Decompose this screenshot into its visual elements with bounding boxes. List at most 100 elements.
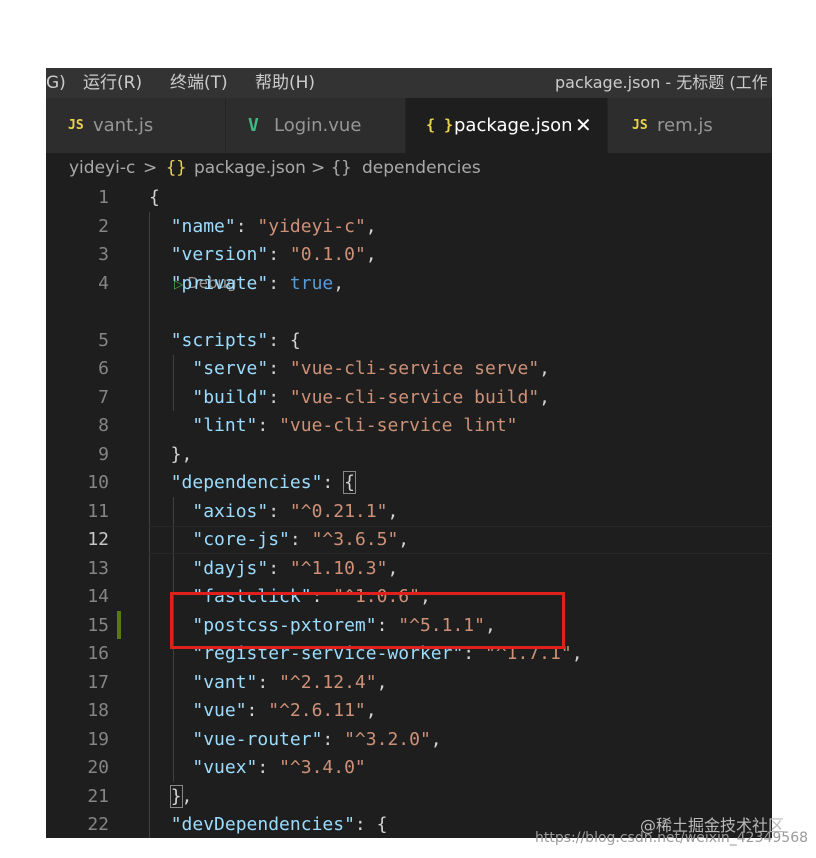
code-token: : xyxy=(246,700,269,721)
code-token: , xyxy=(365,244,377,265)
line-number: 10 xyxy=(87,472,109,493)
code-token: "vuex" xyxy=(192,757,258,778)
code-text: "axios": "^0.21.1", xyxy=(149,498,398,527)
code-token: , xyxy=(430,728,442,750)
code-line[interactable]: 21 }, xyxy=(46,783,772,812)
code-token: "dependencies" xyxy=(170,472,323,493)
code-token: { xyxy=(343,471,356,494)
code-line[interactable]: 11 "axios": "^0.21.1", xyxy=(46,498,772,527)
js-file-icon: JS xyxy=(632,118,648,133)
code-token: : xyxy=(235,215,258,237)
code-token: "vue" xyxy=(192,700,247,721)
tab-vant-js[interactable]: JS vant.js xyxy=(46,98,226,153)
code-line[interactable]: 5 "scripts": { xyxy=(46,327,772,356)
line-number: 1 xyxy=(98,187,109,208)
code-token: : xyxy=(268,557,290,579)
code-token: "^0.21.1" xyxy=(289,500,388,522)
tab-label: package.json xyxy=(454,115,573,136)
code-text: "dayjs": "^1.10.3", xyxy=(149,555,398,584)
code-line[interactable]: 12 "core-js": "^3.6.5", xyxy=(46,526,772,555)
code-token: : xyxy=(257,757,280,778)
code-line[interactable]: 6 "serve": "vue-cli-service serve", xyxy=(46,355,772,384)
code-line[interactable]: 3 "version": "0.1.0", xyxy=(46,241,772,270)
code-text: "devDependencies": { xyxy=(149,811,388,838)
code-line[interactable]: 7 "build": "vue-cli-service build", xyxy=(46,384,772,413)
line-number: 15 xyxy=(87,614,109,636)
code-line[interactable]: 17 "vant": "^2.12.4", xyxy=(46,669,772,698)
code-text: { xyxy=(149,184,160,213)
code-text: "private": true, xyxy=(149,270,344,299)
tab-package-json[interactable]: { } package.json ✕ xyxy=(406,98,608,153)
close-icon[interactable]: ✕ xyxy=(575,98,592,153)
line-number: 12 xyxy=(87,529,109,550)
line-number: 8 xyxy=(98,415,109,436)
code-token: : xyxy=(289,529,312,550)
tab-rem-js[interactable]: JS rem.js xyxy=(608,98,772,153)
code-line[interactable]: 1{ xyxy=(46,184,772,213)
code-token: "build" xyxy=(192,386,269,408)
code-line[interactable]: 10 "dependencies": { xyxy=(46,469,772,498)
code-line[interactable]: 19 "vue-router": "^3.2.0", xyxy=(46,726,772,755)
code-token: { xyxy=(149,187,160,208)
code-token: , xyxy=(539,386,550,408)
code-token: "vant" xyxy=(192,671,258,693)
tab-login-vue[interactable]: V Login.vue xyxy=(226,98,406,153)
code-token: "^3.2.0" xyxy=(344,728,431,750)
breadcrumb-node[interactable]: dependencies xyxy=(362,153,481,183)
code-token: "vue-cli-service build" xyxy=(289,386,540,408)
menu-item-terminal[interactable]: 终端(T) xyxy=(170,68,228,98)
code-token: : xyxy=(257,415,280,436)
code-text: "core-js": "^3.6.5", xyxy=(149,526,409,555)
code-text: "version": "0.1.0", xyxy=(149,241,377,270)
code-text: "serve": "vue-cli-service serve", xyxy=(149,355,550,384)
menu-item-run[interactable]: 运行(R) xyxy=(83,68,142,98)
breadcrumb-file[interactable]: package.json xyxy=(194,153,306,183)
code-token: , xyxy=(387,500,399,522)
line-number: 14 xyxy=(87,586,109,607)
editor-tabs: JS vant.js V Login.vue { } package.json … xyxy=(46,98,772,153)
code-text: "name": "yideyi-c", xyxy=(149,213,377,242)
line-number: 4 xyxy=(98,272,109,294)
line-number: 11 xyxy=(87,500,109,522)
code-text: "scripts": { xyxy=(149,327,301,356)
code-token: }, xyxy=(149,443,193,465)
chevron-right-icon: > xyxy=(143,158,158,178)
code-token: , xyxy=(376,671,388,693)
code-text: "vant": "^2.12.4", xyxy=(149,669,387,698)
code-token: : xyxy=(268,272,290,294)
menu-item-help[interactable]: 帮助(H) xyxy=(255,68,315,98)
code-token: : xyxy=(268,358,290,379)
line-number: 19 xyxy=(87,728,109,750)
breadcrumb-folder[interactable]: yideyi-c xyxy=(69,153,135,183)
code-editor[interactable]: ▷ Debug 1{2 "name": "yideyi-c", 3 "version… xyxy=(46,184,772,838)
line-number: 2 xyxy=(98,215,109,237)
code-token: "yideyi-c" xyxy=(257,215,366,237)
code-token: "0.1.0" xyxy=(289,244,366,265)
code-line[interactable]: 20 "vuex": "^3.4.0" xyxy=(46,754,772,783)
line-number: 18 xyxy=(87,700,109,721)
code-line[interactable]: 4 "private": true, xyxy=(46,270,772,299)
code-token: "^3.6.5" xyxy=(311,529,399,550)
code-line[interactable]: 9 }, xyxy=(46,441,772,470)
menu-bar: G) 运行(R) 终端(T) 帮助(H) package.json - 无标题 … xyxy=(46,68,772,98)
code-text: }, xyxy=(149,783,192,812)
line-number: 22 xyxy=(87,814,109,835)
line-number: 13 xyxy=(87,557,109,579)
code-line[interactable]: 8 "lint": "vue-cli-service lint" xyxy=(46,412,772,441)
tab-label: rem.js xyxy=(657,115,713,136)
code-line[interactable]: 2 "name": "yideyi-c", xyxy=(46,213,772,242)
code-token: , xyxy=(387,557,399,579)
code-line[interactable]: 13 "dayjs": "^1.10.3", xyxy=(46,555,772,584)
code-token: : xyxy=(268,500,290,522)
menu-item-partial[interactable]: G) xyxy=(46,68,66,98)
code-line[interactable]: 18 "vue": "^2.6.11", xyxy=(46,697,772,726)
